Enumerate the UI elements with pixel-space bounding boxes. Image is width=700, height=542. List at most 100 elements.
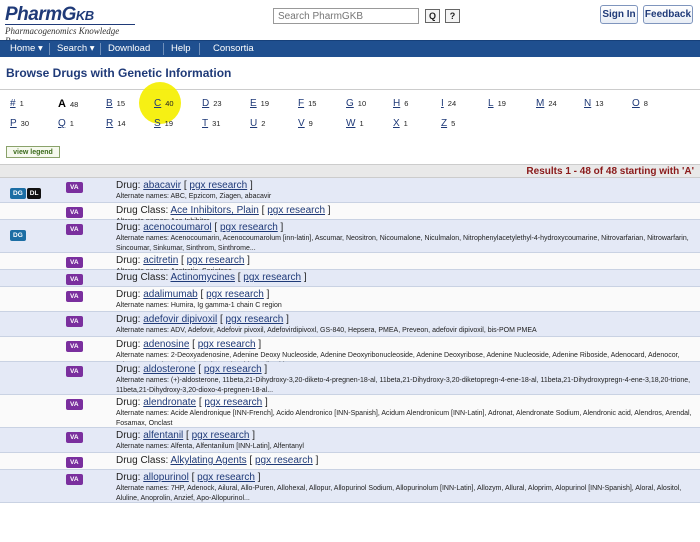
letter-link-x[interactable]: X1: [393, 118, 408, 129]
nav-consortia[interactable]: Consortia: [207, 41, 260, 57]
letter-count: 1: [403, 119, 408, 128]
variant-annotation-badge[interactable]: VA: [66, 366, 83, 377]
drug-link[interactable]: adalimumab: [143, 289, 197, 300]
drug-link[interactable]: aldosterone: [143, 364, 195, 375]
drug-row-title: Drug: acitretin [ pgx research ]: [116, 255, 250, 266]
letter-link-w[interactable]: W1: [346, 118, 364, 129]
letter-link-q[interactable]: Q1: [58, 118, 74, 129]
nav-download[interactable]: Download: [102, 41, 156, 57]
pgx-research-link[interactable]: pgx research: [206, 289, 264, 300]
drug-link[interactable]: Actinomycines: [170, 272, 234, 283]
results-bar: Results 1 - 48 of 48 starting with 'A': [0, 164, 700, 178]
alternate-names: Alternate names: 7HP, Adenock, Ailural, …: [116, 485, 682, 502]
pgx-research-link[interactable]: pgx research: [187, 255, 245, 266]
letter-link-o[interactable]: O8: [632, 98, 648, 109]
drug-link[interactable]: abacavir: [143, 180, 181, 191]
letter-link-n[interactable]: N 13: [584, 98, 604, 109]
dosing-guideline-badge[interactable]: DG: [10, 230, 26, 241]
variant-annotation-badge[interactable]: VA: [66, 257, 83, 268]
drug-link[interactable]: acitretin: [143, 255, 178, 266]
nav-search[interactable]: Search ▾: [51, 41, 101, 57]
page-title: Browse Drugs with Genetic Information: [6, 66, 232, 80]
variant-annotation-badge[interactable]: VA: [66, 399, 83, 410]
bracket: ]: [312, 455, 319, 466]
letter-char: U: [250, 118, 258, 129]
bracket: ]: [249, 430, 255, 441]
nav-help[interactable]: Help: [165, 41, 197, 57]
drug-link[interactable]: alendronate: [143, 397, 196, 408]
letter-count: 15: [308, 99, 317, 108]
letter-link-s[interactable]: S 19: [154, 118, 173, 129]
letter-link-a[interactable]: A 48: [58, 98, 78, 110]
help-icon[interactable]: ?: [445, 9, 460, 23]
letter-count: 40: [165, 99, 174, 108]
variant-annotation-badge[interactable]: VA: [66, 274, 83, 285]
drug-link[interactable]: allopurinol: [143, 472, 189, 483]
drug-link[interactable]: adenosine: [143, 339, 189, 350]
variant-annotation-badge[interactable]: VA: [66, 224, 83, 235]
letter-link-e[interactable]: E 19: [250, 98, 269, 109]
view-legend-button[interactable]: view legend: [6, 146, 60, 158]
variant-annotation-badge[interactable]: VA: [66, 207, 83, 218]
bracket: [: [211, 222, 220, 233]
pgx-research-link[interactable]: pgx research: [220, 222, 278, 233]
search-icon[interactable]: Q: [425, 9, 440, 23]
pgx-research-link[interactable]: pgx research: [267, 205, 325, 216]
letter-link-d[interactable]: D 23: [202, 98, 222, 109]
search-input[interactable]: [273, 8, 419, 24]
logo-kb-text: KB: [75, 8, 94, 23]
pgx-research-link[interactable]: pgx research: [204, 397, 262, 408]
bracket: [: [197, 289, 207, 300]
letter-link-z[interactable]: Z5: [441, 118, 455, 129]
letter-link-v[interactable]: V9: [298, 118, 313, 129]
pgx-research-link[interactable]: pgx research: [255, 455, 313, 466]
letter-char: B: [106, 98, 113, 109]
variant-annotation-badge[interactable]: VA: [66, 457, 83, 468]
letter-count: 23: [213, 99, 222, 108]
pgx-research-link[interactable]: pgx research: [198, 339, 256, 350]
letter-link-h[interactable]: H6: [393, 98, 408, 109]
letter-link-u[interactable]: U2: [250, 118, 265, 129]
variant-annotation-badge[interactable]: VA: [66, 182, 83, 193]
drug-row: VA Drug: alendronate [ pgx research ] Alte…: [0, 395, 700, 428]
letter-link-t[interactable]: T 31: [202, 118, 220, 129]
letter-link-g[interactable]: G 10: [346, 98, 366, 109]
pgx-research-link[interactable]: pgx research: [189, 180, 247, 191]
variant-annotation-badge[interactable]: VA: [66, 474, 83, 485]
letter-link-number[interactable]: #1: [10, 98, 24, 109]
sign-in-button[interactable]: Sign In: [600, 5, 638, 24]
dosing-guideline-badge[interactable]: DG: [10, 188, 26, 199]
drug-link[interactable]: alfentanil: [143, 430, 183, 441]
letter-link-r[interactable]: R 14: [106, 118, 126, 129]
variant-annotation-badge[interactable]: VA: [66, 316, 83, 327]
pgx-research-link[interactable]: pgx research: [192, 430, 250, 441]
letter-link-b[interactable]: B 15: [106, 98, 125, 109]
pgx-research-link[interactable]: pgx research: [197, 472, 255, 483]
drug-link[interactable]: adefovir dipivoxil: [143, 314, 217, 325]
drug-label-badge[interactable]: DL: [26, 188, 42, 199]
nav-home[interactable]: Home ▾: [4, 41, 49, 57]
letter-link-l[interactable]: L 19: [488, 98, 506, 109]
pgx-research-link[interactable]: pgx research: [226, 314, 284, 325]
drug-row-title: Drug: adalimumab [ pgx research ]: [116, 289, 269, 300]
letter-link-p[interactable]: P 30: [10, 118, 29, 129]
letter-count: 19: [164, 119, 174, 128]
letter-char: D: [202, 98, 210, 109]
letter-link-f[interactable]: F 15: [298, 98, 316, 109]
variant-annotation-badge[interactable]: VA: [66, 432, 83, 443]
variant-annotation-badge[interactable]: VA: [66, 291, 83, 302]
drug-link[interactable]: Ace Inhibitors, Plain: [170, 205, 258, 216]
variant-annotation-badge[interactable]: VA: [66, 341, 83, 352]
pgx-research-link[interactable]: pgx research: [204, 364, 262, 375]
letter-link-m[interactable]: M 24: [536, 98, 557, 109]
alternate-names: Alternate names: ADV, Adefovir, Adefovir…: [116, 327, 537, 334]
letter-link-i[interactable]: I 24: [441, 98, 456, 109]
letter-link-c[interactable]: C 40: [154, 98, 174, 109]
alternate-names: Alternate names: (+)-aldosterone, 11beta…: [116, 377, 691, 394]
pgx-research-link[interactable]: pgx research: [243, 272, 301, 283]
bracket: ]: [254, 472, 261, 483]
letter-count: 24: [447, 99, 457, 108]
drug-link[interactable]: Alkylating Agents: [170, 455, 246, 466]
feedback-button[interactable]: Feedback: [643, 5, 693, 24]
drug-link[interactable]: acenocoumarol: [143, 222, 211, 233]
